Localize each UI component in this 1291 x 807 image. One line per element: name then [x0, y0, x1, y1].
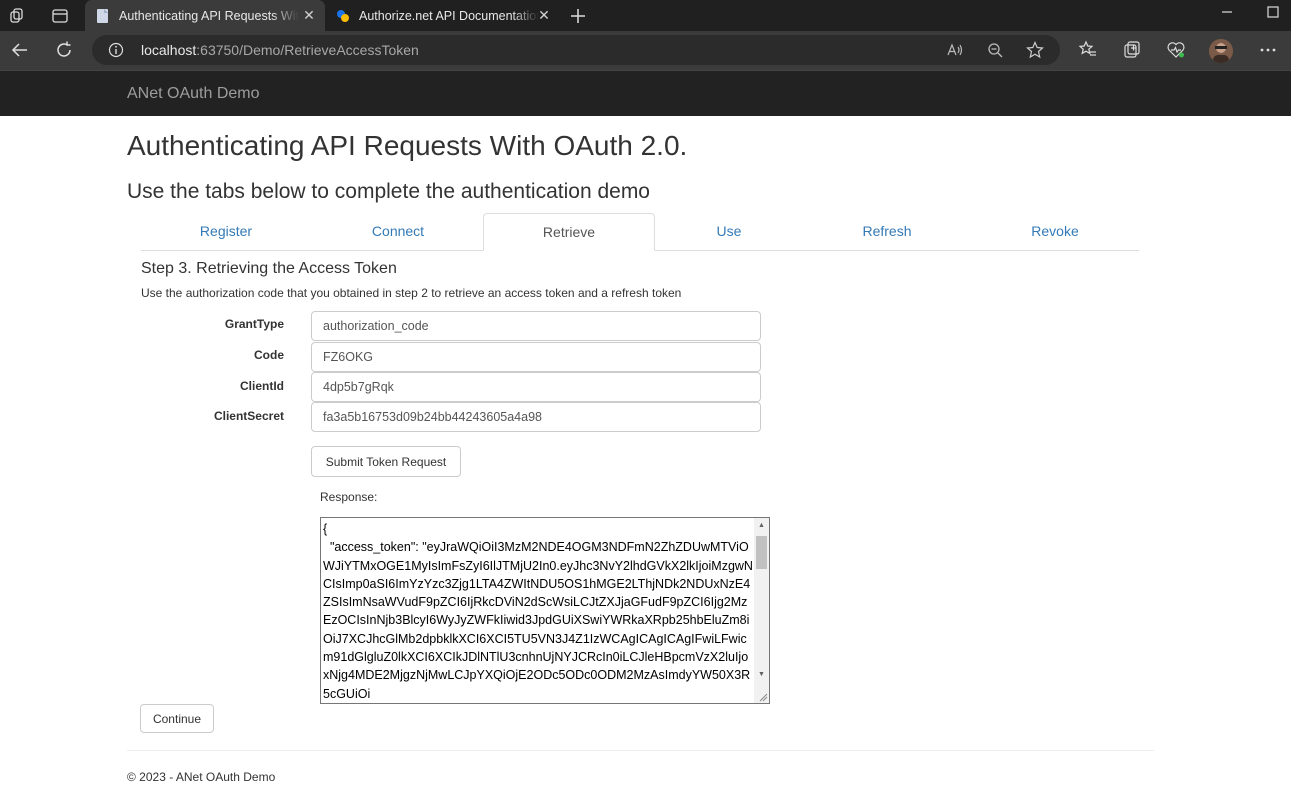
grant-type-input[interactable]: [311, 311, 761, 341]
favorite-star-icon[interactable]: [1026, 41, 1044, 59]
close-icon[interactable]: ✕: [536, 7, 552, 23]
favorites-icon[interactable]: [1078, 40, 1098, 60]
client-id-label: ClientId: [240, 379, 284, 393]
minimize-icon[interactable]: [1219, 4, 1235, 20]
step-title: Step 3. Retrieving the Access Token: [141, 260, 397, 277]
browser-toolbar: localhost:63750/Demo/RetrieveAccessToken: [0, 31, 1291, 70]
scroll-down-icon[interactable]: ▼: [757, 670, 766, 679]
browser-tab-label: Authenticating API Requests With OAuth 2…: [119, 8, 299, 23]
authorize-net-favicon: [337, 9, 349, 22]
client-id-input[interactable]: [311, 372, 761, 402]
back-icon[interactable]: [10, 40, 30, 60]
new-tab-icon[interactable]: [566, 4, 590, 28]
response-text: { "access_token": "eyJraWQiOiI3MzM2NDE4O…: [323, 522, 753, 701]
url-host: localhost: [141, 42, 197, 58]
site-navbar: ANet OAuth Demo: [0, 70, 1291, 116]
client-secret-label: ClientSecret: [213, 409, 284, 423]
main-content: Authenticating API Requests With OAuth 2…: [0, 116, 1291, 807]
response-scrollbar[interactable]: ▲ ▼: [754, 518, 769, 703]
browser-tab[interactable]: Authorize.net API Documentation ✕: [325, 0, 560, 31]
read-aloud-icon[interactable]: [946, 41, 964, 59]
response-textarea[interactable]: { "access_token": "eyJraWQiOiI3MzM2NDE4O…: [320, 517, 770, 704]
tab-revoke[interactable]: Revoke: [971, 213, 1139, 251]
close-icon[interactable]: ✕: [301, 7, 317, 23]
browser-tab-strip: Authenticating API Requests With OAuth 2…: [0, 0, 1291, 31]
footer-divider: [127, 750, 1154, 751]
profile-avatar[interactable]: [1209, 39, 1233, 63]
tab-retrieve[interactable]: Retrieve: [483, 213, 655, 251]
tab-use[interactable]: Use: [655, 213, 803, 251]
step-tabs: Register Connect Retrieve Use Refresh Re…: [141, 213, 1139, 251]
site-info-icon[interactable]: [108, 42, 124, 58]
scrollbar-thumb[interactable]: [756, 536, 767, 569]
url-text: localhost:63750/Demo/RetrieveAccessToken: [141, 42, 419, 58]
more-options-icon[interactable]: [1258, 40, 1278, 60]
footer-text: © 2023 - ANet OAuth Demo: [127, 770, 276, 784]
url-path: :63750/Demo/RetrieveAccessToken: [196, 42, 419, 58]
collections-icon[interactable]: [1122, 40, 1142, 60]
submit-token-request-button[interactable]: Submit Token Request: [311, 446, 461, 477]
browser-tab-label: Authorize.net API Documentation: [359, 8, 539, 23]
page-title: Authenticating API Requests With OAuth 2…: [127, 130, 688, 161]
maximize-icon[interactable]: [1265, 4, 1281, 20]
grant-type-label: GrantType: [224, 317, 284, 331]
client-secret-input[interactable]: [311, 402, 761, 432]
tab-refresh[interactable]: Refresh: [803, 213, 971, 251]
tab-connect[interactable]: Connect: [313, 213, 483, 251]
navbar-brand[interactable]: ANet OAuth Demo: [127, 85, 260, 103]
code-label: Code: [254, 348, 284, 362]
resize-grip-icon[interactable]: [758, 692, 768, 702]
page-subtitle: Use the tabs below to complete the authe…: [127, 180, 650, 203]
scroll-up-icon[interactable]: ▲: [757, 521, 766, 530]
response-label: Response:: [320, 490, 378, 504]
tab-register[interactable]: Register: [141, 213, 311, 251]
workspaces-icon[interactable]: [8, 6, 28, 26]
address-bar[interactable]: localhost:63750/Demo/RetrieveAccessToken: [92, 35, 1060, 65]
continue-button[interactable]: Continue: [140, 704, 214, 733]
browser-tab-active[interactable]: Authenticating API Requests With OAuth 2…: [85, 0, 325, 31]
refresh-icon[interactable]: [54, 40, 74, 60]
page-icon: [97, 8, 108, 23]
tab-actions-icon[interactable]: [50, 6, 70, 26]
code-input[interactable]: [311, 342, 761, 372]
browser-essentials-icon[interactable]: [1166, 40, 1186, 60]
step-description: Use the authorization code that you obta…: [141, 286, 682, 300]
zoom-out-icon[interactable]: [986, 41, 1004, 59]
